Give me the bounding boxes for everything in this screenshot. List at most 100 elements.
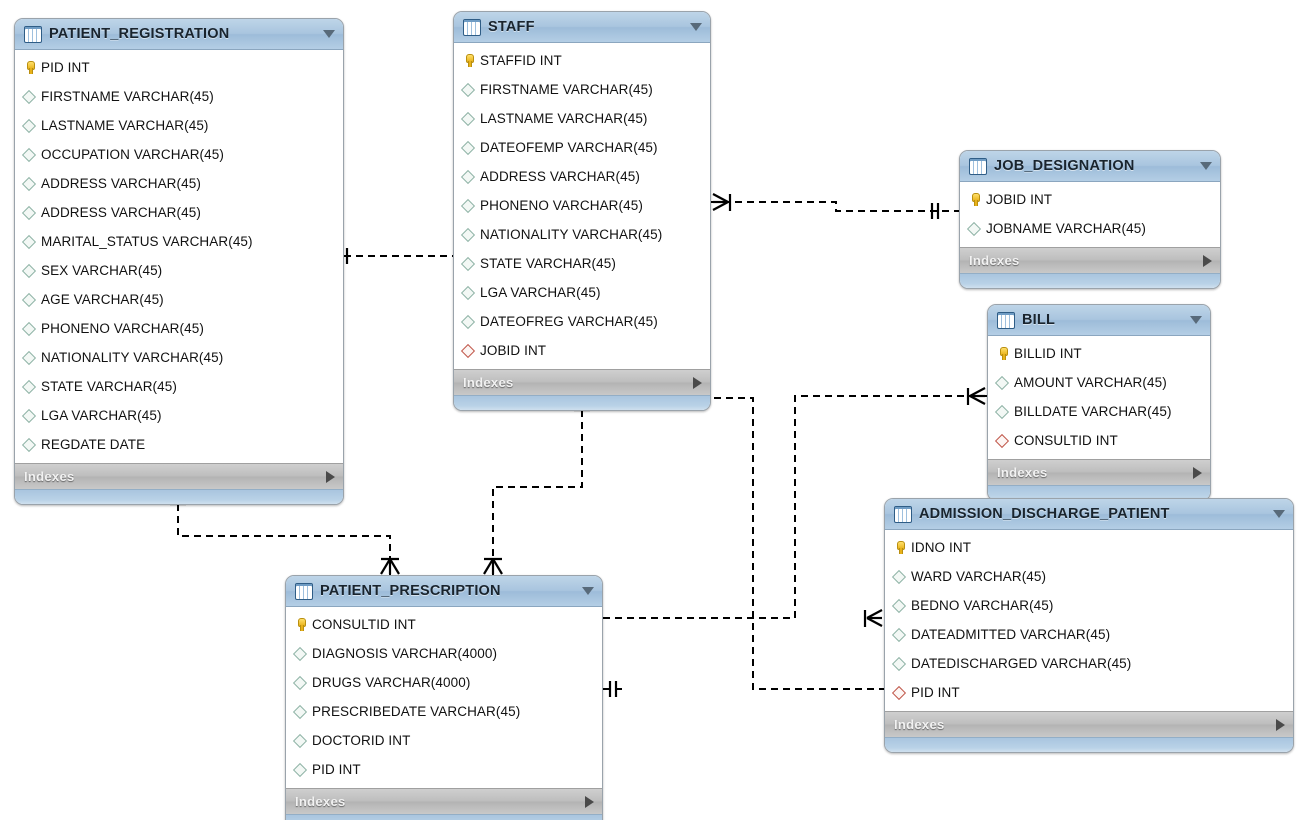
table-header-staff[interactable]: STAFF [454,12,710,43]
expand-right-icon[interactable] [585,795,594,808]
table-column[interactable]: JOBID INT [960,185,1220,214]
table-column[interactable]: MARITAL_STATUS VARCHAR(45) [15,227,343,256]
table-column[interactable]: STATE VARCHAR(45) [454,249,710,278]
cardinality-many-bill [966,387,986,405]
table-column[interactable]: WARD VARCHAR(45) [885,562,1293,591]
cardinality-many-admission [863,609,883,627]
indexes-section-job_designation[interactable]: Indexes [960,247,1220,273]
table-column[interactable]: PRESCRIBEDATE VARCHAR(45) [286,697,602,726]
table-column[interactable]: AMOUNT VARCHAR(45) [988,368,1210,397]
table-column[interactable]: STAFFID INT [454,46,710,75]
column-label: WARD VARCHAR(45) [911,569,1047,584]
table-staff[interactable]: STAFF STAFFID INT FIRSTNAME VARCHAR(45) LAS… [453,11,711,411]
indexes-section-patient_registration[interactable]: Indexes [15,463,343,489]
table-column[interactable]: DATEADMITTED VARCHAR(45) [885,620,1293,649]
table-column[interactable]: CONSULTID INT [286,610,602,639]
table-column[interactable]: LASTNAME VARCHAR(45) [454,104,710,133]
table-patient_prescription[interactable]: PATIENT_PRESCRIPTION CONSULTID INT DIAGNOS… [285,575,603,820]
table-column[interactable]: PHONENO VARCHAR(45) [454,191,710,220]
table-column[interactable]: BILLDATE VARCHAR(45) [988,397,1210,426]
table-job_designation[interactable]: JOB_DESIGNATION JOBID INT JOBNAME VARCHAR(… [959,150,1221,289]
column-label: DRUGS VARCHAR(4000) [312,675,471,690]
table-patient_registration[interactable]: PATIENT_REGISTRATION PID INT FIRSTNAME VAR… [14,18,344,505]
table-column[interactable]: ADDRESS VARCHAR(45) [15,169,343,198]
table-column[interactable]: STATE VARCHAR(45) [15,372,343,401]
indexes-section-staff[interactable]: Indexes [454,369,710,395]
table-column[interactable]: SEX VARCHAR(45) [15,256,343,285]
table-column[interactable]: AGE VARCHAR(45) [15,285,343,314]
indexes-section-admission_discharge_patient[interactable]: Indexes [885,711,1293,737]
chevron-down-icon[interactable] [582,587,594,595]
column-label: LGA VARCHAR(45) [480,285,601,300]
chevron-down-icon[interactable] [1273,510,1285,518]
column-label: STATE VARCHAR(45) [41,379,177,394]
expand-right-icon[interactable] [326,470,335,483]
table-column[interactable]: FIRSTNAME VARCHAR(45) [454,75,710,104]
table-column[interactable]: BILLID INT [988,339,1210,368]
table-column[interactable]: LASTNAME VARCHAR(45) [15,111,343,140]
table-header-bill[interactable]: BILL [988,305,1210,336]
table-column[interactable]: DIAGNOSIS VARCHAR(4000) [286,639,602,668]
indexes-label: Indexes [997,465,1048,480]
chevron-down-icon[interactable] [1190,316,1202,324]
table-column[interactable]: DATEOFREG VARCHAR(45) [454,307,710,336]
column-diamond-icon [23,293,36,306]
foreign-key-diamond-icon [996,434,1009,447]
table-column[interactable]: PID INT [15,53,343,82]
table-column[interactable]: ADDRESS VARCHAR(45) [15,198,343,227]
table-bill[interactable]: BILL BILLID INT AMOUNT VARCHAR(45) BILLDATE… [987,304,1211,501]
table-column[interactable]: PID INT [885,678,1293,707]
column-label: REGDATE DATE [41,437,146,452]
table-column[interactable]: PID INT [286,755,602,784]
table-column[interactable]: JOBID INT [454,336,710,365]
column-diamond-icon [23,235,36,248]
table-column[interactable]: LGA VARCHAR(45) [454,278,710,307]
chevron-down-icon[interactable] [323,30,335,38]
table-column[interactable]: FIRSTNAME VARCHAR(45) [15,82,343,111]
connector-staff-prescription [492,398,583,575]
table-column[interactable]: PHONENO VARCHAR(45) [15,314,343,343]
table-column[interactable]: NATIONALITY VARCHAR(45) [15,343,343,372]
table-icon [24,25,42,43]
column-label: JOBNAME VARCHAR(45) [986,221,1146,236]
table-column[interactable]: DATEDISCHARGED VARCHAR(45) [885,649,1293,678]
primary-key-icon [968,193,981,206]
column-diamond-icon [23,438,36,451]
expand-right-icon[interactable] [1193,466,1202,479]
table-icon [463,18,481,36]
column-label: ADDRESS VARCHAR(45) [480,169,640,184]
table-column[interactable]: IDNO INT [885,533,1293,562]
indexes-label: Indexes [24,469,75,484]
table-header-job_designation[interactable]: JOB_DESIGNATION [960,151,1220,182]
indexes-section-patient_prescription[interactable]: Indexes [286,788,602,814]
table-header-patient_registration[interactable]: PATIENT_REGISTRATION [15,19,343,50]
table-column[interactable]: CONSULTID INT [988,426,1210,455]
table-columns: CONSULTID INT DIAGNOSIS VARCHAR(4000) DRUG… [286,607,602,788]
table-column[interactable]: DOCTORID INT [286,726,602,755]
table-column[interactable]: BEDNO VARCHAR(45) [885,591,1293,620]
column-label: LGA VARCHAR(45) [41,408,162,423]
table-column[interactable]: DRUGS VARCHAR(4000) [286,668,602,697]
table-column[interactable]: ADDRESS VARCHAR(45) [454,162,710,191]
table-column[interactable]: OCCUPATION VARCHAR(45) [15,140,343,169]
table-header-patient_prescription[interactable]: PATIENT_PRESCRIPTION [286,576,602,607]
table-column[interactable]: NATIONALITY VARCHAR(45) [454,220,710,249]
table-column[interactable]: DATEOFEMP VARCHAR(45) [454,133,710,162]
chevron-down-icon[interactable] [690,23,702,31]
table-admission_discharge_patient[interactable]: ADMISSION_DISCHARGE_PATIENT IDNO INT WARD … [884,498,1294,753]
chevron-down-icon[interactable] [1200,162,1212,170]
indexes-section-bill[interactable]: Indexes [988,459,1210,485]
table-icon [295,582,313,600]
table-columns: STAFFID INT FIRSTNAME VARCHAR(45) LASTNAME… [454,43,710,369]
column-label: ADDRESS VARCHAR(45) [41,205,201,220]
expand-right-icon[interactable] [1203,254,1212,267]
column-label: PHONENO VARCHAR(45) [480,198,643,213]
column-diamond-icon [996,376,1009,389]
table-column[interactable]: LGA VARCHAR(45) [15,401,343,430]
table-column[interactable]: REGDATE DATE [15,430,343,459]
table-column[interactable]: JOBNAME VARCHAR(45) [960,214,1220,243]
expand-right-icon[interactable] [1276,718,1285,731]
table-header-admission_discharge_patient[interactable]: ADMISSION_DISCHARGE_PATIENT [885,499,1293,530]
indexes-label: Indexes [295,794,346,809]
expand-right-icon[interactable] [693,376,702,389]
